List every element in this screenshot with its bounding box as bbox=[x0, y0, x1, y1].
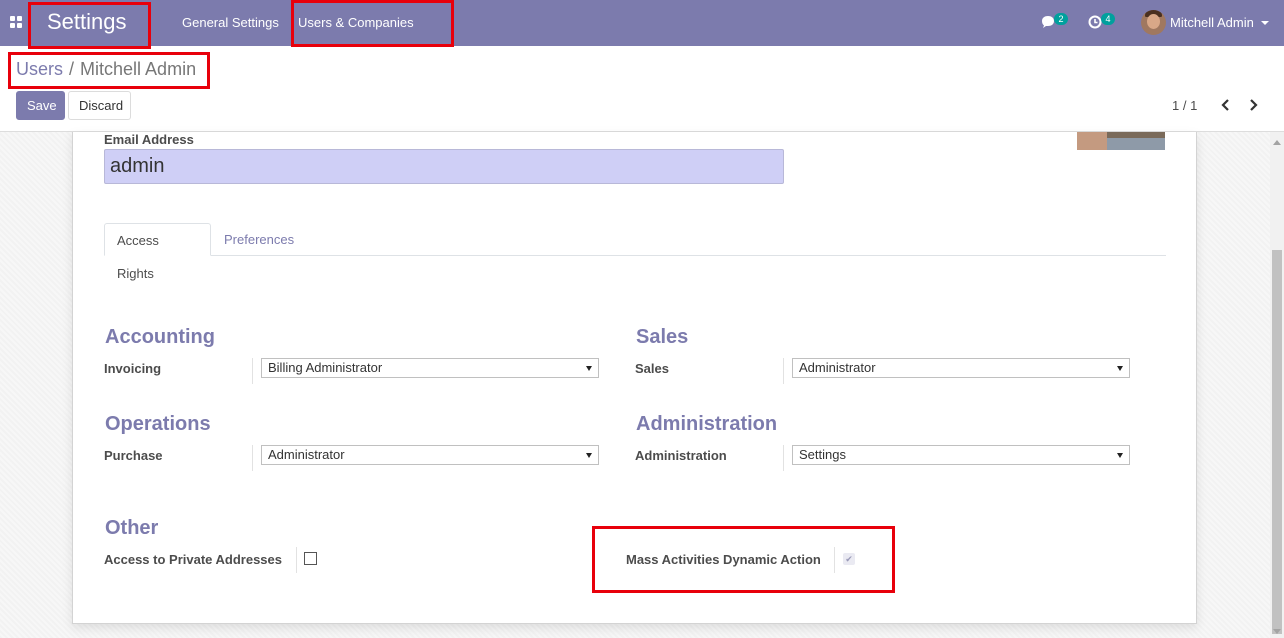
apps-icon[interactable] bbox=[10, 16, 22, 28]
field-separator bbox=[783, 445, 784, 471]
user-photo[interactable] bbox=[1077, 132, 1165, 150]
user-menu-name[interactable]: Mitchell Admin bbox=[1170, 15, 1254, 30]
save-button[interactable]: Save bbox=[16, 91, 65, 120]
mass-activities-checkbox[interactable]: ✔ bbox=[843, 553, 855, 565]
form-tabs: Access Rights Preferences bbox=[104, 223, 1166, 281]
administration-select-value: Settings bbox=[799, 447, 846, 462]
sales-select-value: Administrator bbox=[799, 360, 876, 375]
tab-access-rights[interactable]: Access Rights bbox=[104, 223, 211, 281]
activity-badge: 4 bbox=[1101, 13, 1115, 25]
purchase-select[interactable]: Administrator bbox=[261, 445, 599, 465]
field-separator bbox=[783, 358, 784, 384]
activity-clock-icon bbox=[1088, 15, 1102, 29]
group-title-accounting: Accounting bbox=[105, 326, 215, 348]
private-addresses-label: Access to Private Addresses bbox=[104, 552, 283, 567]
scroll-down-icon[interactable] bbox=[1273, 629, 1281, 634]
control-panel: Users / Mitchell Admin Save Discard 1 / 1 bbox=[0, 46, 1284, 132]
field-separator bbox=[252, 445, 253, 471]
chevron-down-icon bbox=[586, 366, 592, 371]
menu-general-settings[interactable]: General Settings bbox=[182, 15, 279, 30]
invoicing-select[interactable]: Billing Administrator bbox=[261, 358, 599, 378]
menu-users-companies[interactable]: Users & Companies bbox=[298, 15, 414, 30]
sales-select[interactable]: Administrator bbox=[792, 358, 1130, 378]
group-title-other: Other bbox=[105, 517, 159, 539]
purchase-label: Purchase bbox=[104, 448, 163, 463]
email-label: Email Address bbox=[104, 132, 194, 147]
chevron-down-icon bbox=[1117, 453, 1123, 458]
group-title-administration: Administration bbox=[636, 413, 778, 435]
chevron-down-icon[interactable] bbox=[1261, 21, 1269, 25]
field-separator bbox=[834, 547, 835, 573]
scroll-thumb[interactable] bbox=[1272, 250, 1282, 634]
mass-activities-label: Mass Activities Dynamic Action bbox=[626, 552, 821, 567]
group-title-operations: Operations bbox=[105, 413, 211, 435]
top-navbar: Settings General Settings Users & Compan… bbox=[0, 0, 1284, 46]
chat-bubble-icon bbox=[1042, 16, 1054, 28]
sales-label: Sales bbox=[635, 361, 669, 376]
check-icon: ✔ bbox=[845, 554, 853, 564]
email-field[interactable]: admin bbox=[104, 149, 784, 184]
chevron-right-icon[interactable] bbox=[1246, 96, 1262, 114]
breadcrumb-users[interactable]: Users bbox=[16, 59, 63, 79]
private-addresses-checkbox[interactable] bbox=[304, 552, 317, 565]
field-separator bbox=[296, 547, 297, 573]
field-separator bbox=[252, 358, 253, 384]
app-title[interactable]: Settings bbox=[47, 9, 127, 35]
breadcrumb: Users / Mitchell Admin bbox=[16, 59, 196, 80]
chevron-down-icon bbox=[1117, 366, 1123, 371]
purchase-select-value: Administrator bbox=[268, 447, 345, 462]
avatar[interactable] bbox=[1141, 10, 1166, 35]
administration-label: Administration bbox=[635, 448, 727, 463]
administration-select[interactable]: Settings bbox=[792, 445, 1130, 465]
discard-button[interactable]: Discard bbox=[68, 91, 131, 120]
chat-icon[interactable]: 2 bbox=[1041, 13, 1071, 33]
form-sheet bbox=[72, 132, 1197, 624]
group-title-sales: Sales bbox=[636, 326, 689, 348]
chat-badge: 2 bbox=[1054, 13, 1068, 25]
pager-value[interactable]: 1 / 1 bbox=[1172, 98, 1197, 113]
chevron-down-icon bbox=[586, 453, 592, 458]
invoicing-label: Invoicing bbox=[104, 361, 162, 376]
scrollbar[interactable] bbox=[1270, 132, 1284, 638]
scroll-up-icon[interactable] bbox=[1273, 140, 1281, 145]
tab-preferences[interactable]: Preferences bbox=[212, 223, 306, 256]
breadcrumb-separator: / bbox=[69, 59, 75, 79]
breadcrumb-current: Mitchell Admin bbox=[80, 59, 197, 79]
activity-icon[interactable]: 4 bbox=[1088, 13, 1118, 33]
invoicing-select-value: Billing Administrator bbox=[268, 360, 383, 375]
chevron-left-icon[interactable] bbox=[1218, 96, 1234, 114]
